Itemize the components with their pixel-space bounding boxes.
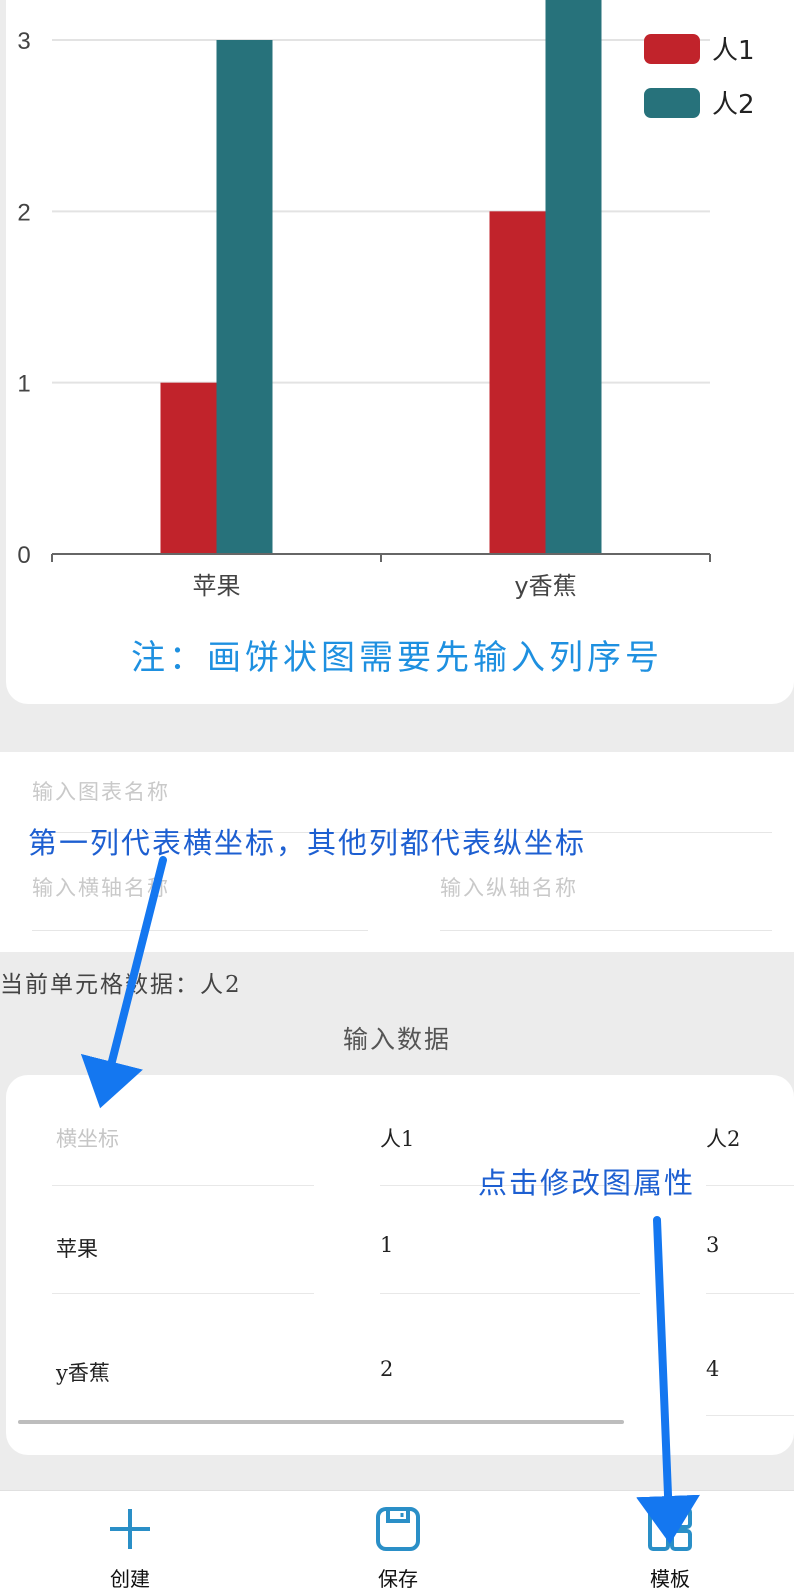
legend-label: 人2 — [712, 90, 755, 120]
table-cell[interactable]: 2 — [380, 1357, 393, 1381]
table-cell[interactable]: y香蕉 — [56, 1357, 110, 1387]
nav-template-button[interactable]: 模板 — [590, 1491, 750, 1595]
y-axis-name-input[interactable]: 输入纵轴名称 — [440, 872, 578, 902]
table-divider — [380, 1293, 640, 1294]
table-cell[interactable]: 4 — [706, 1357, 719, 1381]
table-header-x[interactable]: 横坐标 — [56, 1123, 119, 1153]
table-divider — [706, 1293, 794, 1294]
table-horizontal-scrollbar[interactable] — [18, 1420, 624, 1424]
data-section-title: 输入数据 — [342, 1025, 451, 1054]
pie-chart-note: 注：画饼状图需要先输入列序号 — [131, 638, 663, 678]
table-divider — [52, 1185, 314, 1186]
nav-create-button[interactable]: 创建 — [50, 1491, 210, 1595]
chart-name-input[interactable]: 输入图表名称 — [32, 776, 170, 806]
table-divider — [706, 1185, 794, 1186]
y-tick-label: 1 — [17, 371, 30, 398]
nav-save-label: 保存 — [378, 1567, 418, 1591]
x-tick-label: 苹果 — [193, 572, 241, 600]
bar — [160, 382, 217, 554]
table-header-series2[interactable]: 人2 — [706, 1123, 740, 1153]
table-divider — [706, 1415, 794, 1416]
current-cell-info: 当前单元格数据：人2 — [0, 972, 242, 998]
legend-label: 人1 — [712, 36, 755, 66]
y-tick-label: 0 — [17, 542, 30, 569]
data-table: 横坐标 人1 人2 苹果 1 3 y香蕉 2 4 — [6, 1075, 794, 1455]
template-icon — [648, 1507, 692, 1551]
x-axis-underline — [32, 930, 368, 931]
table-cell[interactable]: 苹果 — [56, 1233, 98, 1263]
table-header-series1[interactable]: 人1 — [380, 1123, 414, 1153]
x-tick-label: y香蕉 — [514, 572, 576, 600]
annotation-edit-hint: 点击修改图属性 — [478, 1166, 696, 1200]
bar — [216, 40, 273, 554]
annotation-columns-hint: 第一列代表横坐标，其他列都代表纵坐标 — [28, 826, 587, 860]
table-cell[interactable]: 1 — [380, 1233, 393, 1257]
bar-chart[interactable]: 0 1 2 3 苹果 y香蕉 人1 人2 — [0, 0, 794, 620]
nav-save-button[interactable]: 保存 — [318, 1491, 478, 1595]
table-cell[interactable]: 3 — [706, 1233, 719, 1257]
bar — [489, 211, 546, 555]
bar — [545, 0, 602, 554]
legend-swatch — [644, 34, 700, 64]
y-tick-label: 3 — [17, 28, 30, 55]
bottom-navigation: 创建 保存 模板 — [0, 1490, 794, 1595]
save-icon — [376, 1507, 420, 1551]
x-axis-name-input[interactable]: 输入横轴名称 — [32, 872, 170, 902]
nav-create-label: 创建 — [110, 1567, 150, 1591]
legend-swatch — [644, 88, 700, 118]
nav-template-label: 模板 — [650, 1567, 690, 1591]
y-tick-label: 2 — [17, 199, 30, 226]
plus-icon — [110, 1509, 150, 1549]
table-divider — [52, 1293, 314, 1294]
y-axis-underline — [440, 930, 772, 931]
